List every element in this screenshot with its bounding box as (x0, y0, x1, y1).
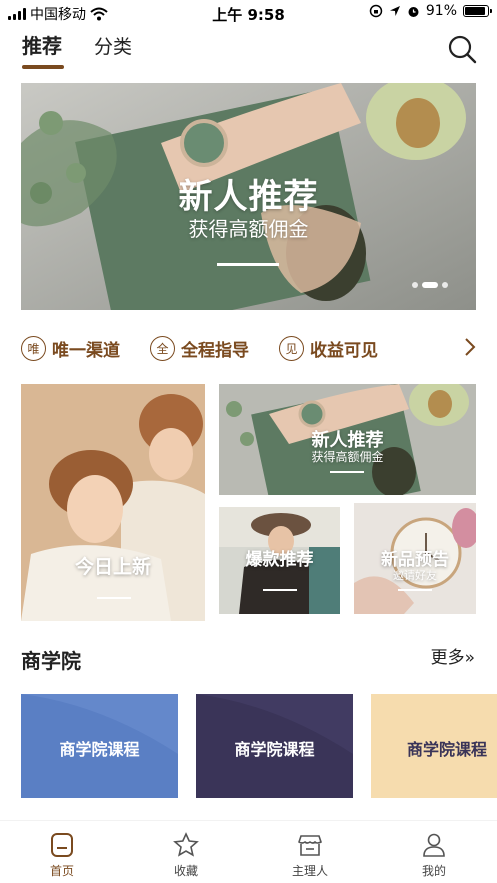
nav-profile[interactable]: 我的 (399, 831, 469, 879)
tile-title: 爆款推荐 (245, 550, 314, 570)
battery-percent: 91% (425, 3, 457, 19)
rotation-lock-icon (369, 4, 383, 18)
feature-label: 全程指导 (181, 340, 249, 361)
course-card[interactable]: 商学院课程 (196, 694, 353, 798)
tile-subtitle: 邀请好友 (393, 569, 437, 582)
feature-label: 收益可见 (310, 340, 378, 361)
chevron-right-icon[interactable] (463, 336, 477, 358)
location-icon (389, 6, 400, 16)
tile-subtitle: 获得高额佣金 (311, 450, 384, 464)
user-icon (423, 833, 445, 857)
nav-label: 首页 (49, 864, 74, 878)
tile-underline (97, 597, 131, 599)
nav-manager[interactable]: 主理人 (275, 831, 345, 879)
course-label: 商学院课程 (407, 740, 488, 759)
feature-row: 唯 唯一渠道 全 全程指导 见 收益可见 (21, 333, 481, 363)
banner-title: 新人推荐 (178, 177, 319, 217)
tile-hot-picks[interactable]: 爆款推荐 (219, 507, 340, 614)
tile-underline (330, 471, 364, 473)
feature-visible-earnings[interactable]: 见 收益可见 (279, 335, 378, 361)
carousel-dots (412, 282, 448, 288)
nav-label: 收藏 (173, 864, 198, 878)
tab-category[interactable]: 分类 (94, 32, 132, 69)
academy-title: 商学院 (21, 649, 81, 673)
search-icon[interactable] (447, 34, 477, 64)
tile-underline (398, 589, 432, 591)
tile-underline (263, 589, 297, 591)
carousel-dot[interactable] (442, 282, 448, 288)
guidance-icon: 全 (150, 335, 175, 361)
star-icon (173, 832, 199, 857)
carousel-dot-active[interactable] (422, 282, 438, 288)
tab-recommend[interactable]: 推荐 (22, 30, 64, 69)
feature-full-guidance[interactable]: 全 全程指导 (150, 335, 249, 361)
status-bar: 中国移动 上午 9:58 91% (0, 0, 497, 26)
more-label: 更多 (430, 648, 465, 668)
banner-underline (217, 263, 279, 266)
carousel-dot[interactable] (412, 282, 418, 288)
tile-preview[interactable]: 新品预告 邀请好友 (354, 503, 476, 614)
exclusive-icon: 唯 (21, 335, 46, 361)
hero-banner[interactable]: 新人推荐 获得高额佣金 (21, 83, 476, 310)
nav-home[interactable]: 首页 (27, 831, 97, 879)
home-icon (51, 833, 73, 857)
nav-label: 我的 (421, 864, 446, 878)
feature-exclusive-channel[interactable]: 唯 唯一渠道 (21, 335, 120, 361)
course-label: 商学院课程 (234, 740, 315, 759)
tile-newcomer[interactable]: 新人推荐 获得高额佣金 (219, 384, 476, 495)
course-card[interactable]: 商学院课程 (371, 694, 497, 798)
course-label: 商学院课程 (59, 740, 140, 759)
bottom-nav: 首页 收藏 主理人 我的 (0, 820, 497, 883)
course-card[interactable]: 商学院课程 (21, 694, 178, 798)
status-right: 91% (369, 3, 492, 19)
nav-favorites[interactable]: 收藏 (151, 831, 221, 879)
store-icon (298, 835, 322, 856)
tile-title: 今日上新 (74, 556, 151, 578)
earnings-icon: 见 (279, 335, 304, 361)
alarm-icon (408, 6, 419, 17)
double-chevron-icon: » (464, 648, 475, 668)
more-link[interactable]: 更多» (431, 643, 475, 668)
tile-image (21, 384, 205, 621)
feature-label: 唯一渠道 (52, 340, 120, 361)
battery-icon (463, 5, 492, 17)
tile-today-new[interactable]: 今日上新 (21, 384, 205, 621)
banner-subtitle: 获得高额佣金 (188, 217, 309, 241)
nav-label: 主理人 (291, 864, 328, 878)
top-tabs: 推荐 分类 (22, 30, 132, 69)
